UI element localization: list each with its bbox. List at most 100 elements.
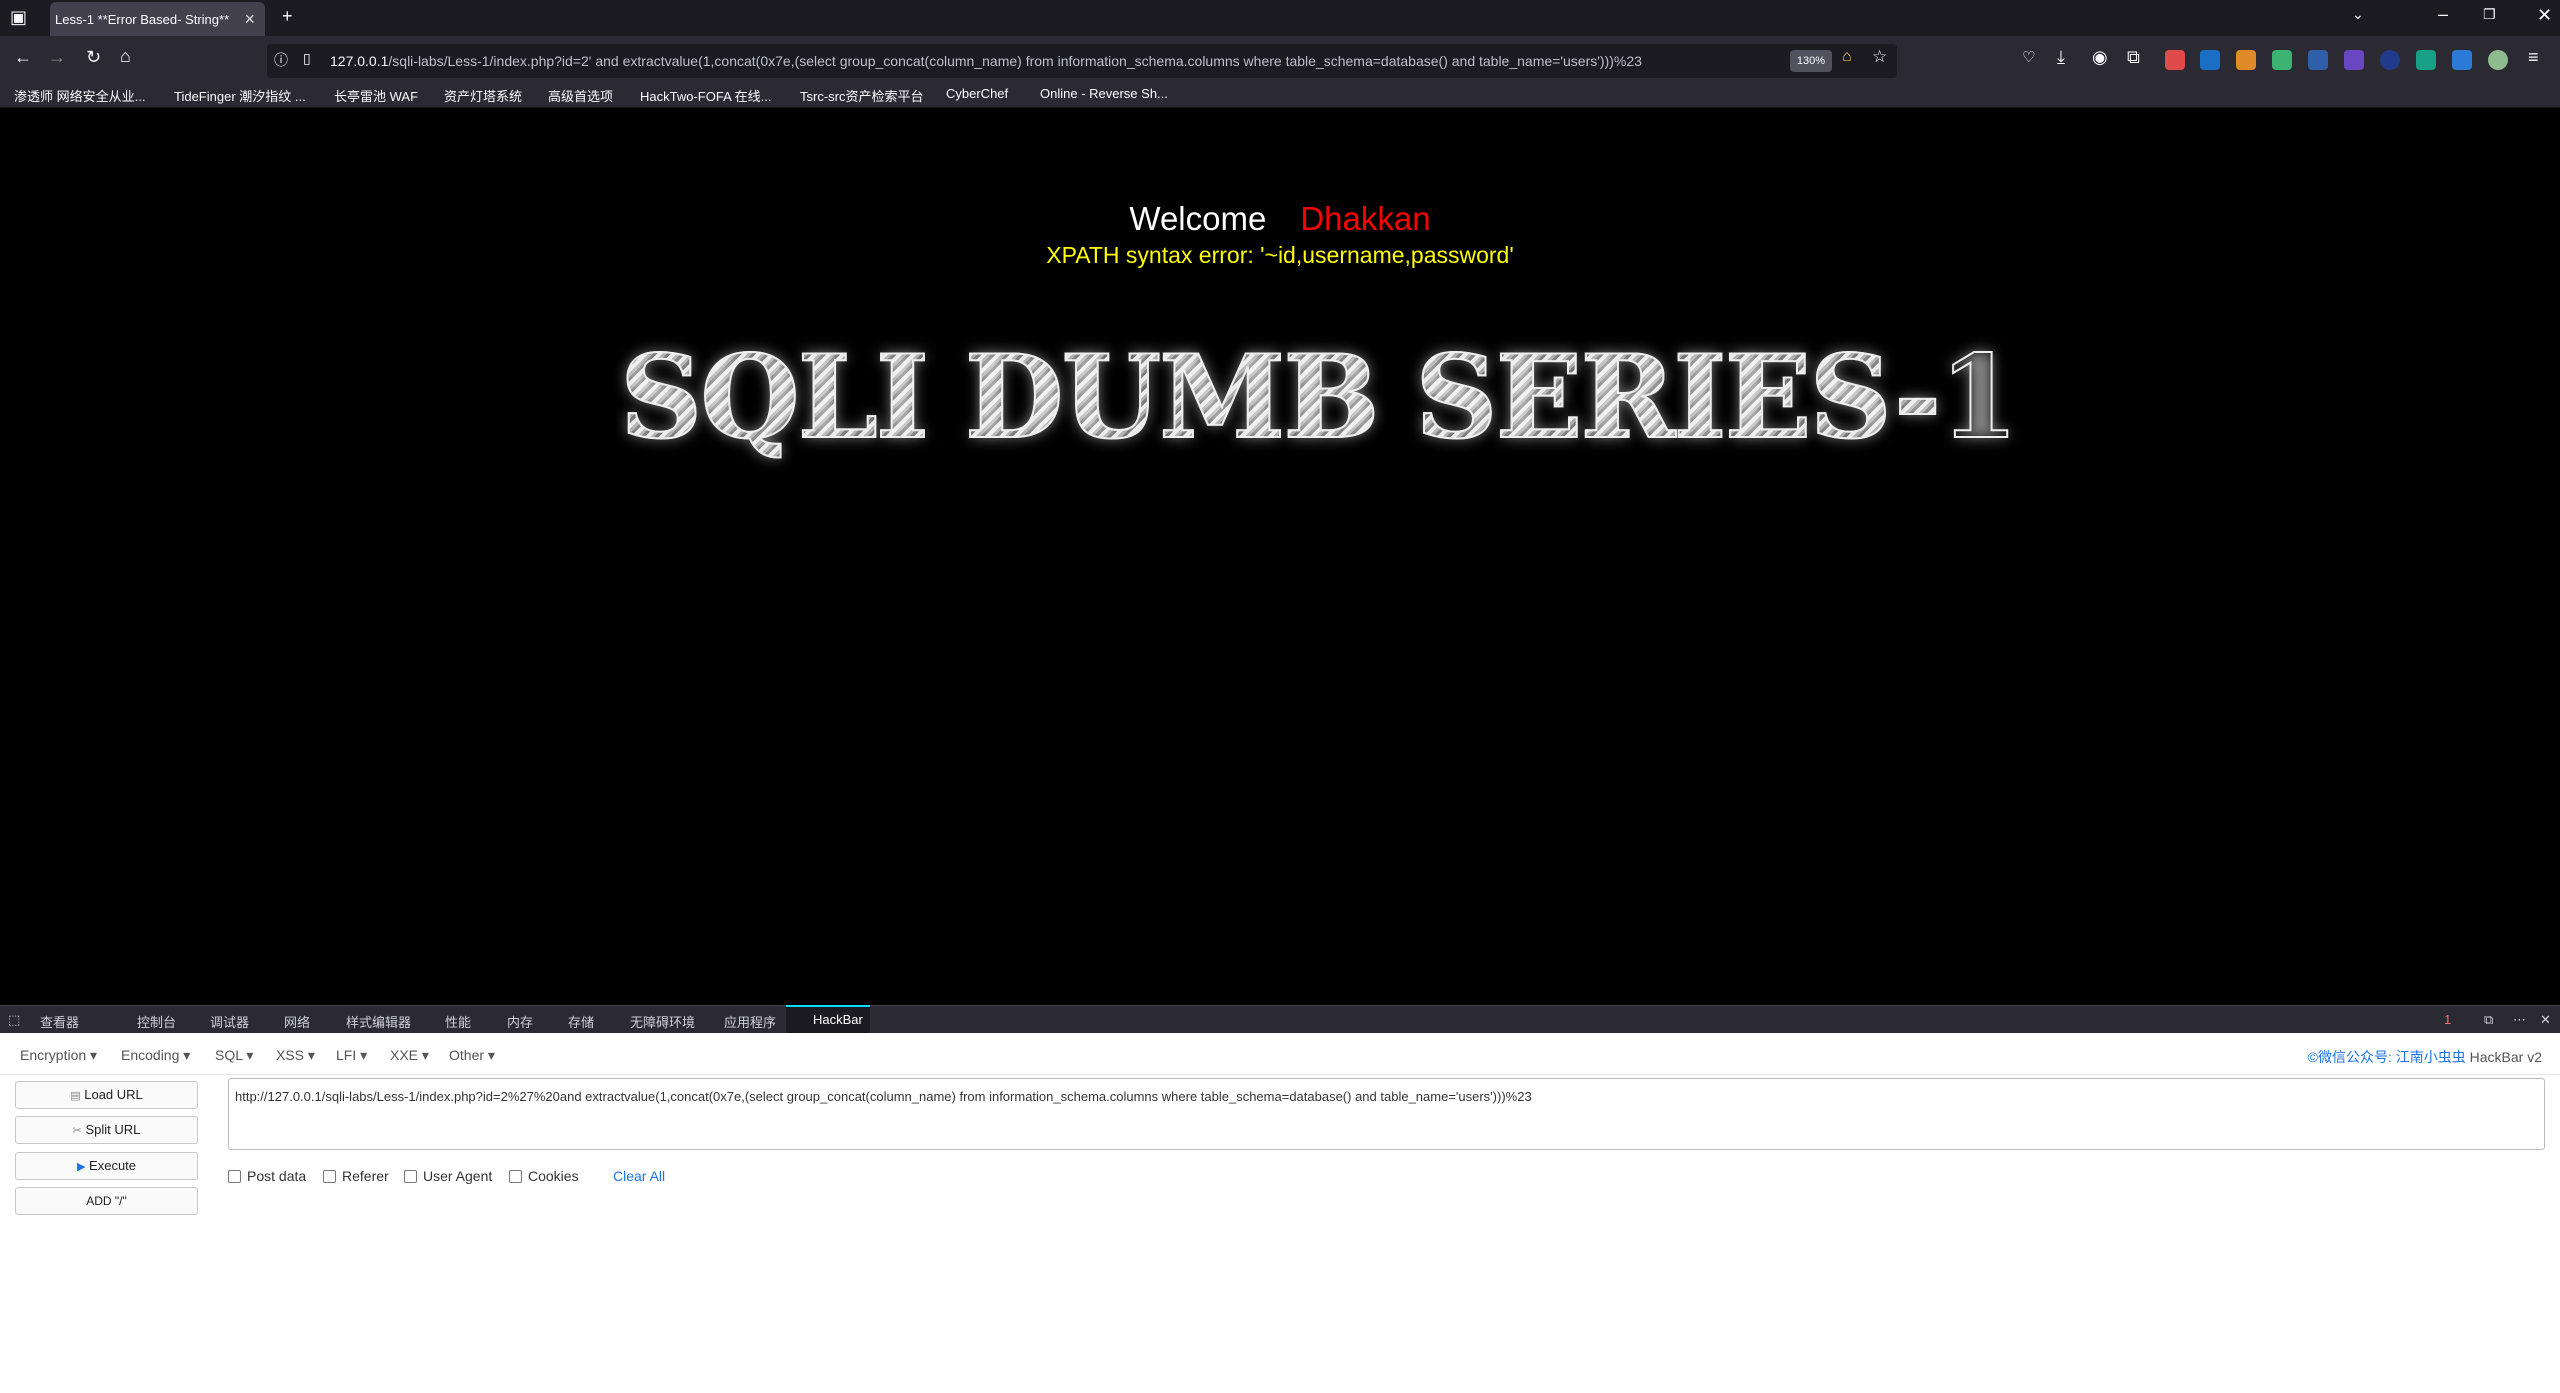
devtools-tab-hackbar[interactable]: HackBar: [813, 1012, 863, 1027]
devtools-more-icon[interactable]: ⋯: [2513, 1012, 2526, 1028]
browser-tab-bar: [0, 0, 2560, 36]
devtools-tab-accessibility[interactable]: 无障碍环境: [630, 1012, 695, 1031]
devtools-close-icon[interactable]: ✕: [2540, 1012, 2551, 1028]
hackbar-menu-encoding[interactable]: Encoding ▾: [121, 1047, 190, 1064]
dock-icon[interactable]: ⧉: [2484, 1012, 2493, 1028]
hackbar-menu-lfi[interactable]: LFI ▾: [336, 1047, 367, 1064]
hackbar-menu-encryption[interactable]: Encryption ▾: [20, 1047, 97, 1064]
home-icon[interactable]: ⌂: [120, 46, 131, 67]
hackbar-url-textarea[interactable]: http://127.0.0.1/sqli-labs/Less-1/index.…: [228, 1078, 2545, 1150]
devtools-tab-console[interactable]: 控制台: [137, 1012, 176, 1031]
devtools-tab-application[interactable]: 应用程序: [724, 1012, 776, 1031]
page-icon: ▯: [303, 50, 311, 66]
restore-icon[interactable]: ❐: [2483, 6, 2496, 23]
post-data-label: Post data: [247, 1168, 307, 1184]
chevron-down-icon[interactable]: ⌄: [2352, 6, 2364, 23]
extension-orange-icon[interactable]: [2236, 50, 2256, 70]
devtools-tab-memory[interactable]: 内存: [507, 1012, 533, 1031]
reload-icon[interactable]: ↻: [86, 47, 101, 68]
hackbar-menu-xss[interactable]: XSS ▾: [276, 1047, 315, 1064]
element-picker-icon[interactable]: ⬚: [8, 1012, 20, 1028]
tab-list-icon[interactable]: ▣: [10, 7, 27, 28]
zoom-level[interactable]: 130%: [1790, 50, 1832, 72]
bookmark-item[interactable]: 长亭雷池 WAF: [334, 86, 418, 105]
extension-circle-icon[interactable]: [2380, 50, 2400, 70]
devtools-tab-performance[interactable]: 性能: [445, 1012, 471, 1031]
extension-blue-icon[interactable]: [2200, 50, 2220, 70]
hackbar-menu-xxe[interactable]: XXE ▾: [390, 1047, 429, 1064]
user-agent-checkbox-box[interactable]: [404, 1170, 417, 1183]
execute-label: Execute: [89, 1158, 137, 1173]
forward-icon[interactable]: →: [48, 47, 66, 68]
cookies-checkbox-box[interactable]: [509, 1170, 522, 1183]
extension-f-icon[interactable]: [2308, 50, 2328, 70]
load-url-label: Load URL: [84, 1087, 143, 1102]
extension-chart-icon[interactable]: [2452, 50, 2472, 70]
cookies-label: Cookies: [528, 1168, 579, 1184]
hackbar-menu-encoding-label: Encoding: [121, 1047, 180, 1063]
url-host: 127.0.0.1: [330, 53, 389, 69]
extension-dot-icon[interactable]: [2488, 50, 2508, 70]
referer-label: Referer: [342, 1168, 389, 1184]
clear-all-link[interactable]: Clear All: [613, 1168, 665, 1184]
error-count-badge[interactable]: 1: [2444, 1012, 2451, 1027]
bookmark-item[interactable]: 高级首选项: [548, 86, 613, 105]
bookmark-item[interactable]: CyberChef: [946, 86, 1008, 101]
account-icon[interactable]: ◉: [2092, 47, 2108, 68]
add-slash-button[interactable]: ADD "/": [15, 1187, 198, 1215]
back-icon[interactable]: ←: [14, 47, 32, 68]
cookies-checkbox[interactable]: Cookies: [509, 1168, 579, 1184]
pocket-icon[interactable]: ♡: [2022, 48, 2035, 66]
bookmark-item[interactable]: Online - Reverse Sh...: [1040, 86, 1168, 101]
load-url-button[interactable]: ▤ Load URL: [15, 1081, 198, 1109]
bookmark-item[interactable]: 资产灯塔系统: [444, 86, 522, 105]
tab-title: Less-1 **Error Based- String**: [55, 12, 230, 27]
welcome-text: Welcome: [1129, 200, 1267, 237]
user-agent-label: User Agent: [423, 1168, 493, 1184]
post-data-checkbox-box[interactable]: [228, 1170, 241, 1183]
split-url-button[interactable]: ✂ Split URL: [15, 1116, 198, 1144]
extension-purple-icon[interactable]: [2344, 50, 2364, 70]
bookmark-item[interactable]: TideFinger 潮汐指纹 ...: [174, 86, 306, 105]
devtools-tab-style-editor[interactable]: 样式编辑器: [346, 1012, 411, 1031]
hackbar-brand-link[interactable]: ©微信公众号: 江南小虫虫: [2308, 1049, 2466, 1065]
devtools-tab-storage[interactable]: 存储: [568, 1012, 594, 1031]
hackbar-version: HackBar v2: [2469, 1049, 2542, 1065]
menu-icon[interactable]: ≡: [2528, 47, 2539, 68]
hackbar-menu-xss-label: XSS: [276, 1047, 305, 1063]
home-page-icon[interactable]: ⌂: [1842, 48, 1852, 66]
new-tab-icon[interactable]: +: [282, 6, 293, 27]
hackbar-menu-sql[interactable]: SQL ▾: [215, 1047, 253, 1064]
browser-tab-active[interactable]: Less-1 **Error Based- String** ×: [50, 2, 265, 36]
load-url-icon: ▤: [70, 1090, 81, 1102]
page-title-text: SQLI DUMB SERIES-1: [619, 329, 2020, 465]
devtools-tab-inspector[interactable]: 查看器: [40, 1012, 79, 1031]
url-text[interactable]: 127.0.0.1/sqli-labs/Less-1/index.php?id=…: [330, 53, 1642, 69]
extension-red-icon[interactable]: [2165, 50, 2185, 70]
site-info-icon[interactable]: ⓘ: [274, 50, 288, 70]
referer-checkbox[interactable]: Referer: [323, 1168, 389, 1184]
extensions-icon[interactable]: ⧉: [2127, 47, 2140, 68]
welcome-line: Welcome Dhakkan: [0, 200, 2560, 238]
devtools-tab-network[interactable]: 网络: [284, 1012, 310, 1031]
post-data-checkbox[interactable]: Post data: [228, 1168, 306, 1184]
bookmark-item[interactable]: Tsrc-src资产检索平台: [800, 86, 924, 105]
download-icon[interactable]: ⤓: [2057, 47, 2065, 68]
extension-green-icon[interactable]: [2272, 50, 2292, 70]
bookmark-item[interactable]: HackTwo-FOFA 在线...: [640, 86, 771, 105]
extension-teal-icon[interactable]: [2416, 50, 2436, 70]
minimize-icon[interactable]: –: [2438, 4, 2448, 25]
bookmark-star-icon[interactable]: ☆: [1872, 47, 1887, 67]
hackbar-menu-lfi-label: LFI: [336, 1047, 357, 1063]
tab-close-icon[interactable]: ×: [244, 9, 255, 30]
devtools-tab-debugger[interactable]: 调试器: [210, 1012, 249, 1031]
user-agent-checkbox[interactable]: User Agent: [404, 1168, 492, 1184]
welcome-name: Dhakkan: [1300, 200, 1431, 237]
referer-checkbox-box[interactable]: [323, 1170, 336, 1183]
hackbar-menu-other[interactable]: Other ▾: [449, 1047, 495, 1064]
window-close-icon[interactable]: ✕: [2537, 5, 2552, 26]
page-title-image: SQLI DUMB SERIES-1: [619, 329, 2020, 470]
hackbar-menu-sql-label: SQL: [215, 1047, 243, 1063]
bookmark-item[interactable]: 渗透师 网络安全从业...: [14, 86, 145, 105]
execute-button[interactable]: ▶ Execute: [15, 1152, 198, 1180]
